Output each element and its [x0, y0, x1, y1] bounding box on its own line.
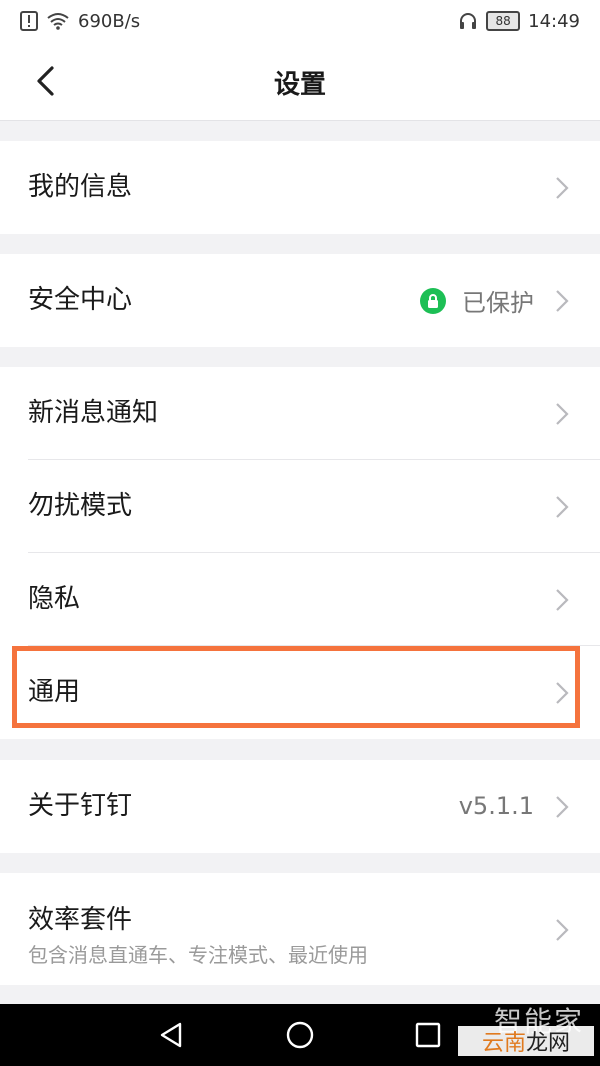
square-recent-icon[interactable] — [413, 1020, 443, 1050]
chevron-right-icon — [556, 496, 569, 518]
watermark-bottom: 云南 龙网 — [458, 1026, 594, 1056]
chevron-right-icon — [556, 403, 569, 425]
headphones-icon — [460, 13, 477, 29]
clock: 14:49 — [528, 10, 580, 32]
row-about-dingtalk[interactable]: 关于钉钉 v5.1.1 — [0, 760, 600, 853]
row-label: 关于钉钉 — [28, 791, 133, 821]
chevron-right-icon — [556, 290, 569, 312]
circle-home-icon[interactable] — [285, 1020, 315, 1050]
watermark-part-b: 龙网 — [526, 1031, 571, 1056]
version-text: v5.1.1 — [458, 792, 534, 820]
page-title: 设置 — [273, 70, 326, 100]
row-label: 我的信息 — [28, 172, 133, 202]
row-security-center[interactable]: 安全中心 已保护 — [0, 254, 600, 347]
network-speed: 690B/s — [78, 10, 141, 32]
row-privacy[interactable]: 隐私 — [0, 553, 600, 646]
row-label: 通用 — [28, 677, 81, 707]
row-label: 安全中心 — [28, 285, 133, 315]
triangle-back-icon[interactable] — [156, 1020, 186, 1050]
row-label: 新消息通知 — [28, 398, 159, 428]
group-security: 安全中心 已保护 — [0, 254, 600, 347]
watermark-part-a: 云南 — [481, 1031, 526, 1056]
chevron-right-icon — [556, 682, 569, 704]
security-status-text: 已保护 — [462, 289, 534, 317]
chevron-right-icon — [556, 919, 569, 941]
group-efficiency: 效率套件 包含消息直通车、专注模式、最近使用 — [0, 873, 600, 985]
lock-icon — [420, 287, 446, 314]
row-label: 勿扰模式 — [28, 491, 133, 521]
status-bar: 690B/s 88 14:49 — [0, 0, 600, 42]
row-label: 隐私 — [28, 584, 81, 614]
battery-indicator: 88 — [486, 11, 521, 31]
row-general[interactable]: 通用 — [0, 646, 600, 739]
row-subtitle: 包含消息直通车、专注模式、最近使用 — [28, 943, 368, 967]
wifi-icon — [47, 13, 69, 30]
row-label: 效率套件 — [28, 905, 133, 935]
row-do-not-disturb[interactable]: 勿扰模式 — [0, 460, 600, 553]
chevron-right-icon — [556, 177, 569, 199]
group-preferences: 新消息通知 勿扰模式 隐私 通用 — [0, 367, 600, 739]
chevron-right-icon — [556, 796, 569, 818]
row-new-message-notification[interactable]: 新消息通知 — [0, 367, 600, 460]
group-about: 关于钉钉 v5.1.1 — [0, 760, 600, 853]
security-status: 已保护 — [420, 254, 534, 347]
chevron-right-icon — [556, 589, 569, 611]
group-profile: 我的信息 — [0, 141, 600, 234]
status-right: 88 14:49 — [458, 11, 580, 32]
alert-icon — [20, 11, 38, 31]
row-my-info[interactable]: 我的信息 — [0, 141, 600, 234]
row-efficiency-suite[interactable]: 效率套件 包含消息直通车、专注模式、最近使用 — [0, 873, 600, 985]
header: 设置 — [0, 42, 600, 121]
status-left: 690B/s — [20, 11, 140, 32]
